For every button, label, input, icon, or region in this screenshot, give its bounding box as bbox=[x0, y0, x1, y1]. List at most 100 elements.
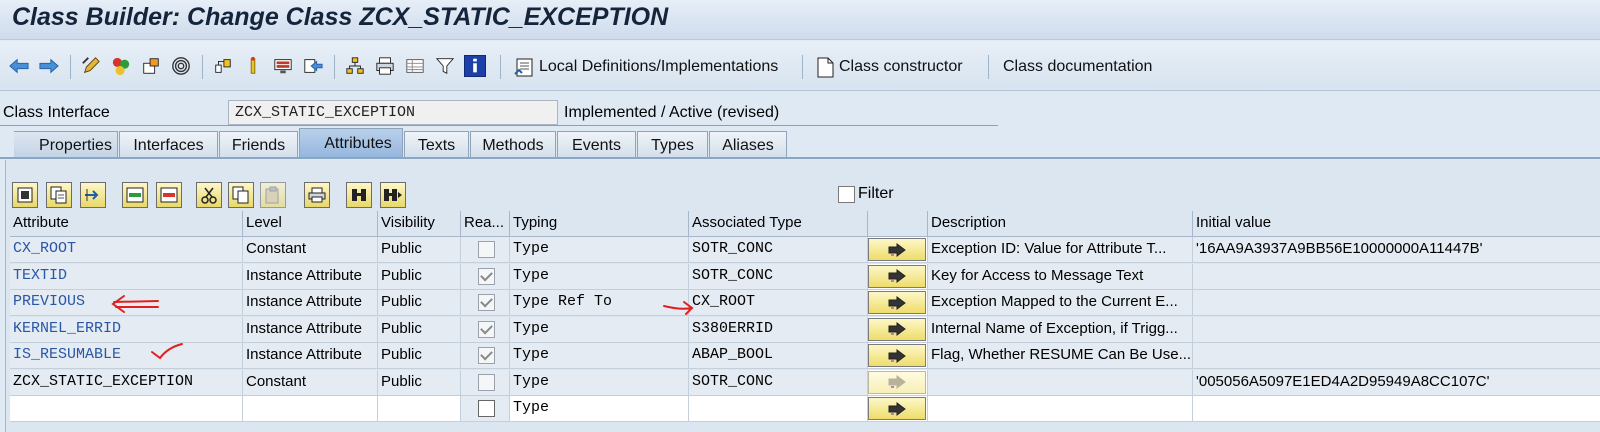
table-row[interactable]: Type bbox=[10, 396, 1600, 422]
header-level[interactable]: Level bbox=[243, 211, 378, 237]
filter-checkbox-box[interactable] bbox=[838, 185, 855, 203]
level-cell[interactable]: Instance Attribute bbox=[243, 263, 378, 290]
typing-cell[interactable]: Type bbox=[510, 369, 689, 396]
level-cell[interactable]: Instance Attribute bbox=[243, 343, 378, 369]
copy-row-icon[interactable] bbox=[46, 182, 72, 208]
filter-icon[interactable] bbox=[434, 55, 456, 77]
tab-friends[interactable]: Friends bbox=[219, 131, 298, 159]
help-info-icon[interactable] bbox=[464, 55, 486, 77]
initial-value-cell[interactable] bbox=[1193, 290, 1600, 316]
visibility-cell[interactable]: Public bbox=[378, 290, 461, 316]
table-row[interactable]: ZCX_STATIC_EXCEPTION Constant Public Type SO… bbox=[10, 369, 1600, 396]
visibility-cell[interactable]: Public bbox=[378, 369, 461, 396]
initial-value-cell[interactable] bbox=[1193, 316, 1600, 343]
goto-definition-button[interactable] bbox=[868, 317, 926, 341]
goto-definition-button[interactable] bbox=[868, 344, 926, 367]
initial-value-cell[interactable] bbox=[1193, 263, 1600, 290]
hierarchy-icon[interactable] bbox=[344, 55, 366, 77]
tab-interfaces[interactable]: Interfaces bbox=[119, 131, 218, 159]
attribute-cell[interactable]: TEXTID bbox=[10, 263, 243, 290]
associated-type-cell[interactable]: CX_ROOT bbox=[689, 290, 868, 316]
header-readonly[interactable]: Rea... bbox=[461, 211, 510, 237]
associated-type-cell[interactable]: SOTR_CONC bbox=[689, 237, 868, 263]
class-constructor-button[interactable]: Class constructor bbox=[815, 54, 963, 80]
goto-definition-button[interactable] bbox=[868, 238, 926, 261]
header-typing[interactable]: Typing bbox=[510, 211, 689, 237]
object-list-icon[interactable] bbox=[212, 55, 234, 77]
level-cell[interactable]: Instance Attribute bbox=[243, 290, 378, 316]
attribute-cell[interactable]: ZCX_STATIC_EXCEPTION bbox=[10, 369, 243, 396]
insert-row-icon[interactable] bbox=[122, 182, 148, 208]
level-cell[interactable] bbox=[243, 396, 378, 422]
edit-pencil-icon[interactable] bbox=[80, 55, 102, 77]
goto-definition-button[interactable] bbox=[868, 264, 926, 288]
tab-texts[interactable]: Texts bbox=[404, 131, 469, 159]
local-definitions-button[interactable]: Local Definitions/Implementations bbox=[513, 54, 778, 80]
description-cell[interactable]: Exception Mapped to the Current E... bbox=[928, 290, 1193, 316]
forward-arrow-icon[interactable] bbox=[38, 55, 60, 77]
cut-icon[interactable] bbox=[196, 182, 222, 208]
associated-type-cell[interactable]: S380ERRID bbox=[689, 316, 868, 343]
initial-value-cell[interactable] bbox=[1193, 396, 1600, 422]
level-cell[interactable]: Constant bbox=[243, 237, 378, 263]
header-goto[interactable] bbox=[868, 211, 928, 237]
initial-value-cell[interactable]: '16AA9A3937A9BB56E10000000A11447B' bbox=[1193, 237, 1600, 263]
tab-methods[interactable]: Methods bbox=[470, 131, 556, 159]
move-icon[interactable] bbox=[80, 182, 106, 208]
table-row[interactable]: IS_RESUMABLE Instance Attribute Public Type… bbox=[10, 343, 1600, 369]
print-list-icon[interactable] bbox=[304, 182, 330, 208]
description-cell[interactable] bbox=[928, 369, 1193, 396]
visibility-cell[interactable]: Public bbox=[378, 263, 461, 290]
associated-type-cell[interactable] bbox=[689, 396, 868, 422]
attribute-cell[interactable]: CX_ROOT bbox=[10, 237, 243, 263]
detail-icon[interactable] bbox=[12, 182, 38, 208]
table-row[interactable]: TEXTID Instance Attribute Public Type SOTR_C… bbox=[10, 263, 1600, 290]
table-icon[interactable] bbox=[404, 55, 426, 77]
header-initial-value[interactable]: Initial value bbox=[1193, 211, 1600, 237]
level-cell[interactable]: Constant bbox=[243, 369, 378, 396]
level-cell[interactable]: Instance Attribute bbox=[243, 316, 378, 343]
back-arrow-icon[interactable] bbox=[8, 55, 30, 77]
associated-type-cell[interactable]: SOTR_CONC bbox=[689, 369, 868, 396]
visibility-cell[interactable]: Public bbox=[378, 237, 461, 263]
typing-cell[interactable]: Type bbox=[510, 343, 689, 369]
goto-definition-button[interactable] bbox=[868, 397, 926, 420]
readonly-checkbox[interactable] bbox=[478, 400, 495, 417]
tab-aliases[interactable]: Aliases bbox=[709, 131, 787, 159]
filter-checkbox[interactable]: Filter bbox=[838, 185, 894, 203]
activate-icon[interactable] bbox=[140, 55, 162, 77]
visibility-cell[interactable]: Public bbox=[378, 343, 461, 369]
navigate-icon[interactable] bbox=[302, 55, 324, 77]
typing-cell[interactable]: Type bbox=[510, 316, 689, 343]
class-interface-field[interactable]: ZCX_STATIC_EXCEPTION bbox=[228, 100, 558, 125]
tab-attributes[interactable]: Attributes bbox=[299, 128, 403, 159]
header-description[interactable]: Description bbox=[928, 211, 1193, 237]
copy-icon[interactable] bbox=[228, 182, 254, 208]
delete-row-icon[interactable] bbox=[156, 182, 182, 208]
attribute-cell[interactable] bbox=[10, 396, 243, 422]
description-cell[interactable]: Key for Access to Message Text bbox=[928, 263, 1193, 290]
associated-type-cell[interactable]: ABAP_BOOL bbox=[689, 343, 868, 369]
header-associated-type[interactable]: Associated Type bbox=[689, 211, 868, 237]
typing-cell[interactable]: Type bbox=[510, 263, 689, 290]
attribute-cell[interactable]: IS_RESUMABLE bbox=[10, 343, 243, 369]
description-cell[interactable]: Flag, Whether RESUME Can Be Use... bbox=[928, 343, 1193, 369]
tab-properties[interactable]: Properties bbox=[14, 131, 118, 159]
info-icon[interactable] bbox=[242, 55, 264, 77]
goto-definition-button[interactable] bbox=[868, 291, 926, 314]
print-icon[interactable] bbox=[374, 55, 396, 77]
display-object-icon[interactable] bbox=[272, 55, 294, 77]
visibility-cell[interactable]: Public bbox=[378, 316, 461, 343]
table-row[interactable]: PREVIOUS Instance Attribute Public Type Ref… bbox=[10, 290, 1600, 316]
attribute-cell[interactable]: KERNEL_ERRID bbox=[10, 316, 243, 343]
description-cell[interactable]: Internal Name of Exception, if Trigg... bbox=[928, 316, 1193, 343]
visibility-cell[interactable] bbox=[378, 396, 461, 422]
where-used-icon[interactable] bbox=[170, 55, 192, 77]
initial-value-cell[interactable]: '005056A5097E1ED4A2D95949A8CC107C' bbox=[1193, 369, 1600, 396]
find-icon[interactable] bbox=[346, 182, 372, 208]
tab-events[interactable]: Events bbox=[557, 131, 636, 159]
description-cell[interactable] bbox=[928, 396, 1193, 422]
table-row[interactable]: KERNEL_ERRID Instance Attribute Public Type… bbox=[10, 316, 1600, 343]
goto-definition-button[interactable] bbox=[868, 370, 926, 394]
tab-types[interactable]: Types bbox=[637, 131, 708, 159]
